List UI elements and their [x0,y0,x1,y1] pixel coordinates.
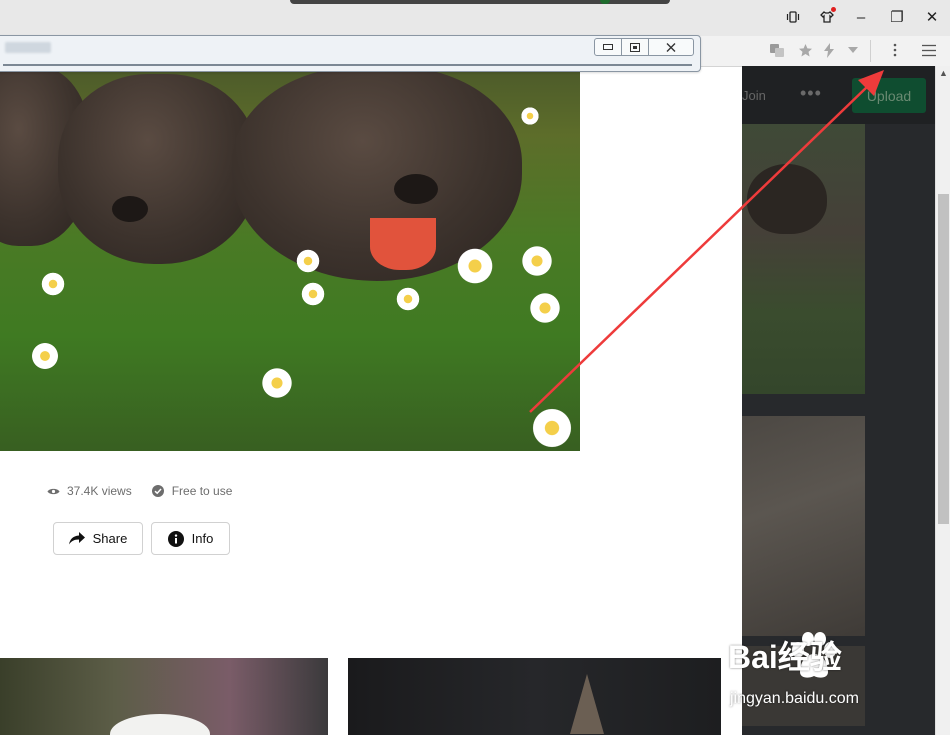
daisy-flower [395,286,421,312]
daisy-flower [295,248,321,274]
join-link[interactable]: Join [742,88,766,103]
window-title [5,42,51,53]
photo-stats: 37.4K views Free to use [46,484,232,498]
upload-button[interactable]: Upload [852,78,926,113]
browser-titlebar: – ❐ ✕ [0,0,950,36]
puppy-shape [747,164,827,234]
daisy-flower [455,246,495,286]
watermark-url: jingyan.baidu.com [730,690,859,707]
puppy-middle [58,74,258,264]
daisy-flower [260,366,294,400]
puppy-nose [112,196,148,222]
scrollbar-thumb[interactable] [938,194,949,524]
watermark-brand: Bai经验 [728,639,842,675]
info-label: Info [191,531,214,546]
vibrate-icon[interactable] [778,4,808,30]
close-icon: ✕ [925,9,939,26]
site-header: Join ••• Upload [742,66,935,124]
minimize-icon: – [856,8,866,26]
daisy-flower [528,291,562,325]
page-scrollbar[interactable]: ▲ [935,66,950,735]
daisy-flower [300,281,326,307]
window-controls [594,38,694,56]
share-arrow-icon [68,532,85,545]
minimize-button[interactable]: – [846,4,876,30]
share-button[interactable]: Share [53,522,143,555]
window-progress-line [3,64,692,66]
puppy-tongue [370,218,436,270]
check-circle-icon [151,484,165,498]
license-label[interactable]: Free to use [172,484,233,498]
daisy-flower [30,341,60,371]
floating-window[interactable] [0,35,701,72]
scroll-up-arrow-icon[interactable]: ▲ [936,66,950,80]
minimize-icon[interactable] [595,39,622,55]
toolbar-divider [870,40,871,62]
kebab-menu-icon[interactable] [884,36,906,64]
related-photo-thumbnail[interactable] [348,658,721,735]
notification-dot [831,7,836,12]
related-photo-card[interactable] [742,124,865,394]
bookmark-star-icon[interactable] [794,36,816,64]
dog-ear-shape [570,674,604,734]
white-dog-shape [110,714,210,735]
skin-shirt-icon[interactable] [812,4,842,30]
daisy-flower [530,406,574,450]
info-icon [167,530,184,547]
eye-icon [46,484,60,498]
chevron-down-icon[interactable] [842,36,864,64]
close-button[interactable]: ✕ [917,4,947,30]
daisy-flower [40,271,66,297]
hamburger-menu-icon[interactable] [918,36,940,64]
daisy-flower [520,244,554,278]
share-label: Share [92,531,128,546]
puppy-nose [394,174,438,204]
related-photo-card[interactable] [742,416,865,636]
main-photo[interactable] [0,66,580,451]
lightning-icon[interactable] [818,36,840,64]
translate-icon[interactable] [766,36,788,64]
maximize-icon[interactable] [622,39,649,55]
daisy-flower [520,106,540,126]
active-tab-edge[interactable] [290,0,670,4]
more-options-button[interactable]: ••• [800,83,822,104]
info-button[interactable]: Info [151,522,230,555]
restore-icon: ❐ [890,9,904,26]
close-icon[interactable] [649,39,693,55]
restore-button[interactable]: ❐ [882,4,912,30]
views-count: 37.4K views [67,484,132,498]
related-photo-thumbnail[interactable] [0,658,328,735]
